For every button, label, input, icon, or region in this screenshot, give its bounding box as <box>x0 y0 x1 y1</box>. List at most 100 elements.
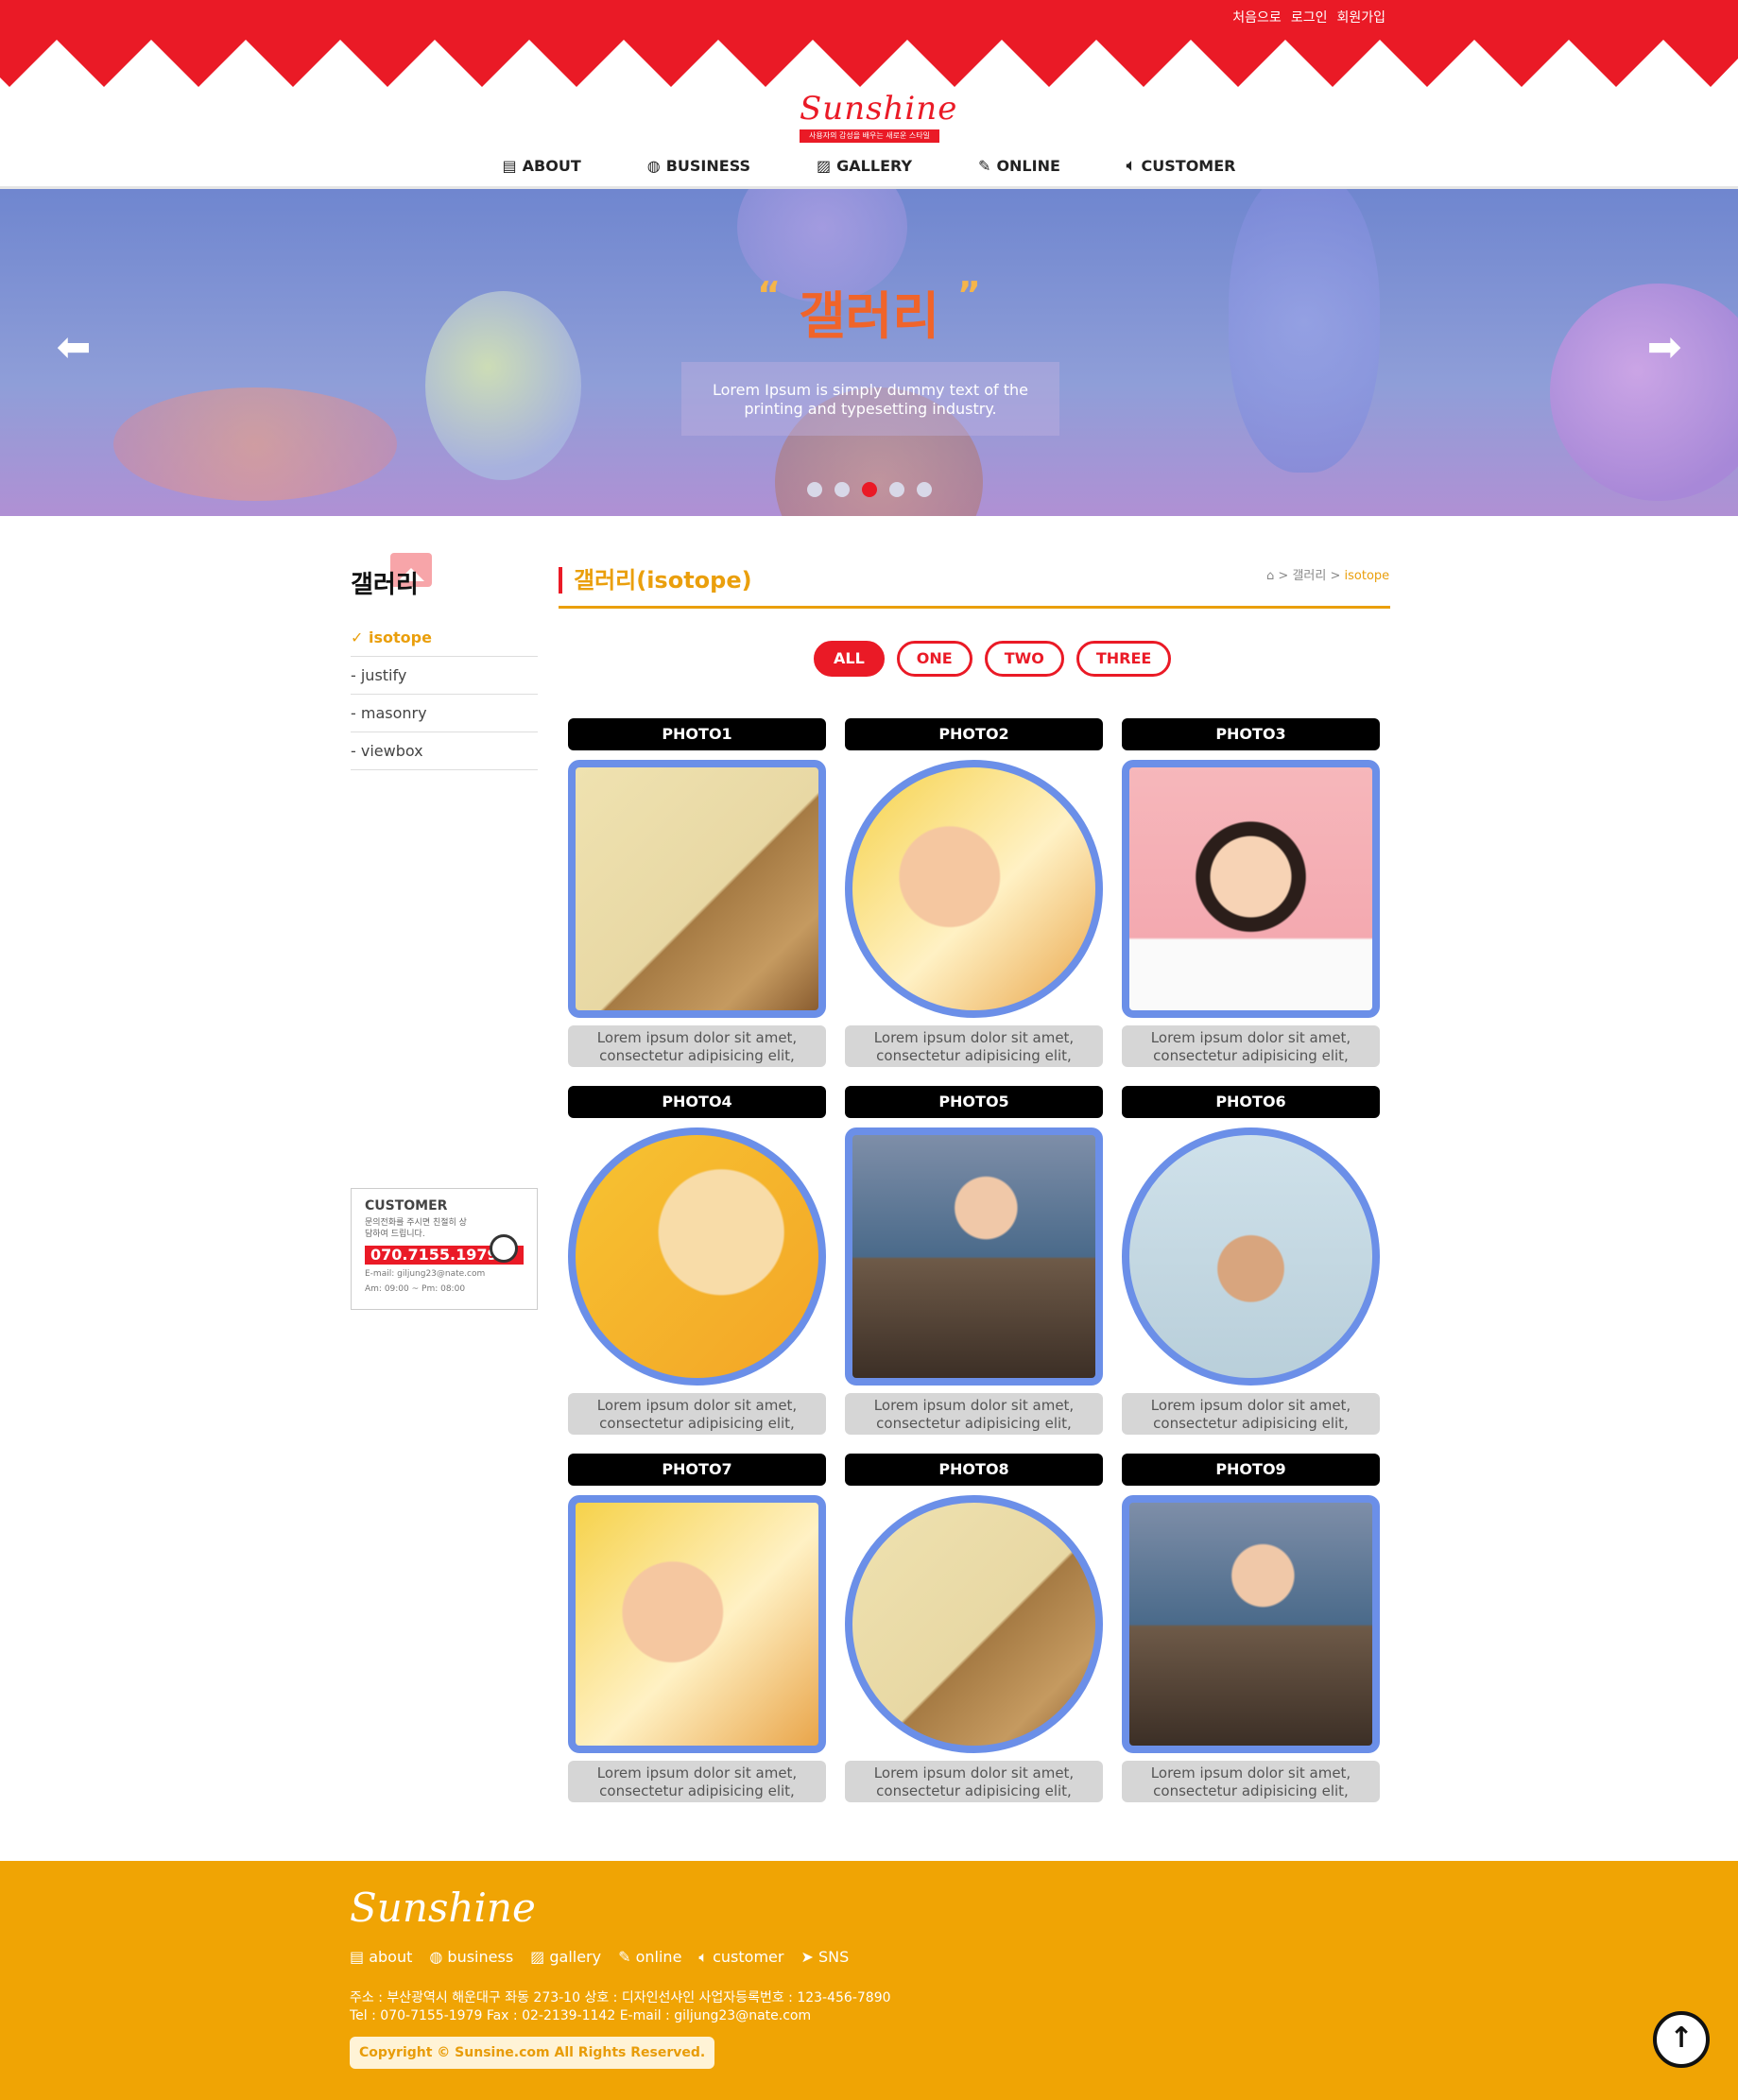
photo-image[interactable] <box>568 1495 826 1753</box>
image-icon: ▨ <box>530 1948 550 1966</box>
photo-image[interactable] <box>845 760 1103 1018</box>
gallery-item[interactable]: PHOTO2 Lorem ipsum dolor sit amet, conse… <box>845 718 1103 1067</box>
customer-title: CUSTOMER <box>365 1198 448 1214</box>
slider-dots <box>0 482 1738 497</box>
filter-all-button[interactable]: ALL <box>814 641 885 677</box>
slider-dot[interactable] <box>916 482 932 497</box>
quote-close-icon: ” <box>956 274 981 316</box>
photo-desc: Lorem ipsum dolor sit amet, consectetur … <box>1122 1025 1380 1067</box>
footer-address: 주소 : 부산광역시 해운대구 좌동 273-10 상호 : 디자인선샤인 사업… <box>350 1990 891 2005</box>
scroll-top-arrow-icon[interactable]: ↑ <box>1653 2011 1710 2068</box>
gallery-item[interactable]: PHOTO4 Lorem ipsum dolor sit amet, conse… <box>568 1086 826 1435</box>
gallery-item[interactable]: PHOTO1 Lorem ipsum dolor sit amet, conse… <box>568 718 826 1067</box>
slider-dot[interactable] <box>806 482 822 497</box>
hero-caption: Lorem Ipsum is simply dummy text of the … <box>681 362 1059 436</box>
footer-link-gallery[interactable]: ▨ gallery <box>530 1948 601 1967</box>
customer-box[interactable]: CUSTOMER 문의전화를 주시면 친절히 상담하여 드립니다. 070.71… <box>351 1188 538 1310</box>
nav-label: BUSINESS <box>665 156 751 175</box>
footer-link-customer[interactable]: 🔈︎ customer <box>698 1948 783 1967</box>
breadcrumb-section[interactable]: 갤러리 <box>1292 569 1326 583</box>
breadcrumb-current: isotope <box>1344 569 1390 583</box>
home-icon[interactable]: ⌂ <box>1266 569 1274 583</box>
nav-gallery[interactable]: ▨ GALLERY <box>817 156 912 175</box>
logo-text: Sunshine <box>800 90 958 128</box>
filter-three-button[interactable]: THREE <box>1075 641 1172 677</box>
photo-image[interactable] <box>1122 1495 1380 1753</box>
logo-tagline: 사용자의 감성을 배우는 새로운 스타일 <box>800 129 939 143</box>
hero-slider: “ 갤러리 ” Lorem Ipsum is simply dummy text… <box>0 189 1738 516</box>
footer-info: 주소 : 부산광역시 해운대구 좌동 273-10 상호 : 디자인선샤인 사업… <box>350 1989 891 2025</box>
photo-desc: Lorem ipsum dolor sit amet, consectetur … <box>1122 1761 1380 1802</box>
photo-title: PHOTO9 <box>1122 1454 1380 1486</box>
photo-image[interactable] <box>1122 1127 1380 1386</box>
sidebar-item-viewbox[interactable]: - viewbox <box>351 732 538 770</box>
footer-logo[interactable]: Sunshine <box>350 1885 536 1931</box>
photo-title: PHOTO1 <box>568 718 826 750</box>
login-link[interactable]: 로그인 <box>1291 8 1328 26</box>
photo-image[interactable] <box>845 1495 1103 1753</box>
photo-title: PHOTO2 <box>845 718 1103 750</box>
gallery-item[interactable]: PHOTO7 Lorem ipsum dolor sit amet, conse… <box>568 1454 826 1802</box>
photo-desc: Lorem ipsum dolor sit amet, consectetur … <box>568 1761 826 1802</box>
gallery-item[interactable]: PHOTO3 Lorem ipsum dolor sit amet, conse… <box>1122 718 1380 1067</box>
edit-icon: ✎ <box>978 156 991 175</box>
signup-link[interactable]: 회원가입 <box>1336 8 1385 26</box>
gallery-item[interactable]: PHOTO9 Lorem ipsum dolor sit amet, conse… <box>1122 1454 1380 1802</box>
photo-title: PHOTO8 <box>845 1454 1103 1486</box>
footer-link-business[interactable]: ◍ business <box>429 1948 513 1967</box>
footer-link-label: gallery <box>549 1948 602 1966</box>
photo-image[interactable] <box>845 1127 1103 1386</box>
title-underline <box>559 606 1390 609</box>
slider-dot[interactable] <box>888 482 904 497</box>
slider-dot-active[interactable] <box>861 482 877 497</box>
photo-image[interactable] <box>1122 760 1380 1018</box>
footer-link-about[interactable]: ▤ about <box>350 1948 412 1967</box>
home-link[interactable]: 처음으로 <box>1232 8 1282 26</box>
nav-label: ONLINE <box>996 156 1060 175</box>
customer-desc: 문의전화를 주시면 친절히 상담하여 드립니다. <box>365 1218 467 1239</box>
sidebar-item-masonry[interactable]: - masonry <box>351 695 538 732</box>
filter-one-button[interactable]: ONE <box>896 641 972 677</box>
speaker-icon: 🔈︎ <box>1126 156 1136 174</box>
share-icon: ➤ <box>800 1948 818 1966</box>
photo-image[interactable] <box>568 1127 826 1386</box>
sidebar-title: 갤러리 <box>351 571 419 599</box>
nav-online[interactable]: ✎ ONLINE <box>978 156 1060 175</box>
footer-link-online[interactable]: ✎ online <box>618 1948 681 1967</box>
sidebar-item-isotope[interactable]: ✓ isotope <box>351 619 538 657</box>
footer-link-label: customer <box>713 1948 784 1966</box>
photo-desc: Lorem ipsum dolor sit amet, consectetur … <box>845 1393 1103 1435</box>
nav-customer[interactable]: 🔈︎ CUSTOMER <box>1127 156 1236 175</box>
site-logo[interactable]: Sunshine 사용자의 감성을 배우는 새로운 스타일 <box>800 90 958 145</box>
hero-title-text: 갤러리 <box>798 286 940 346</box>
top-links: 처음으로 로그인 회원가입 <box>1232 8 1385 26</box>
customer-email: E-mail: giljung23@nate.com <box>365 1269 486 1279</box>
filter-two-button[interactable]: TWO <box>984 641 1064 677</box>
next-arrow-icon[interactable]: ➡ <box>1636 327 1693 369</box>
nav-about[interactable]: ▤ ABOUT <box>503 156 581 175</box>
prev-arrow-icon[interactable]: ⬅ <box>45 327 102 369</box>
footer-link-label: about <box>369 1948 413 1966</box>
nav-label: CUSTOMER <box>1141 156 1236 175</box>
photo-image[interactable] <box>568 760 826 1018</box>
zigzag-banner <box>0 0 1738 87</box>
gallery-item[interactable]: PHOTO8 Lorem ipsum dolor sit amet, conse… <box>845 1454 1103 1802</box>
slider-dot[interactable] <box>834 482 850 497</box>
footer-copyright: Copyright © Sunsine.com All Rights Reser… <box>350 2037 715 2069</box>
photo-desc: Lorem ipsum dolor sit amet, consectetur … <box>845 1025 1103 1067</box>
photo-desc: Lorem ipsum dolor sit amet, consectetur … <box>568 1025 826 1067</box>
customer-hours: Am: 09:00 ~ Pm: 08:00 <box>365 1284 466 1294</box>
gallery-item[interactable]: PHOTO6 Lorem ipsum dolor sit amet, conse… <box>1122 1086 1380 1435</box>
filter-buttons: ALL ONE TWO THREE <box>814 641 1172 677</box>
nav-business[interactable]: ◍ BUSINESS <box>647 156 750 175</box>
photo-desc: Lorem ipsum dolor sit amet, consectetur … <box>845 1761 1103 1802</box>
coffee-cup-icon <box>490 1234 518 1263</box>
edit-icon: ✎ <box>618 1948 636 1966</box>
building-icon: ▤ <box>502 156 517 175</box>
footer-link-sns[interactable]: ➤ SNS <box>800 1948 849 1967</box>
gallery-item[interactable]: PHOTO5 Lorem ipsum dolor sit amet, conse… <box>845 1086 1103 1435</box>
sidebar-menu: ✓ isotope - justify - masonry - viewbox <box>351 619 538 770</box>
sidebar-item-justify[interactable]: - justify <box>351 657 538 695</box>
globe-icon: ◍ <box>646 156 661 175</box>
nav-label: GALLERY <box>836 156 913 175</box>
